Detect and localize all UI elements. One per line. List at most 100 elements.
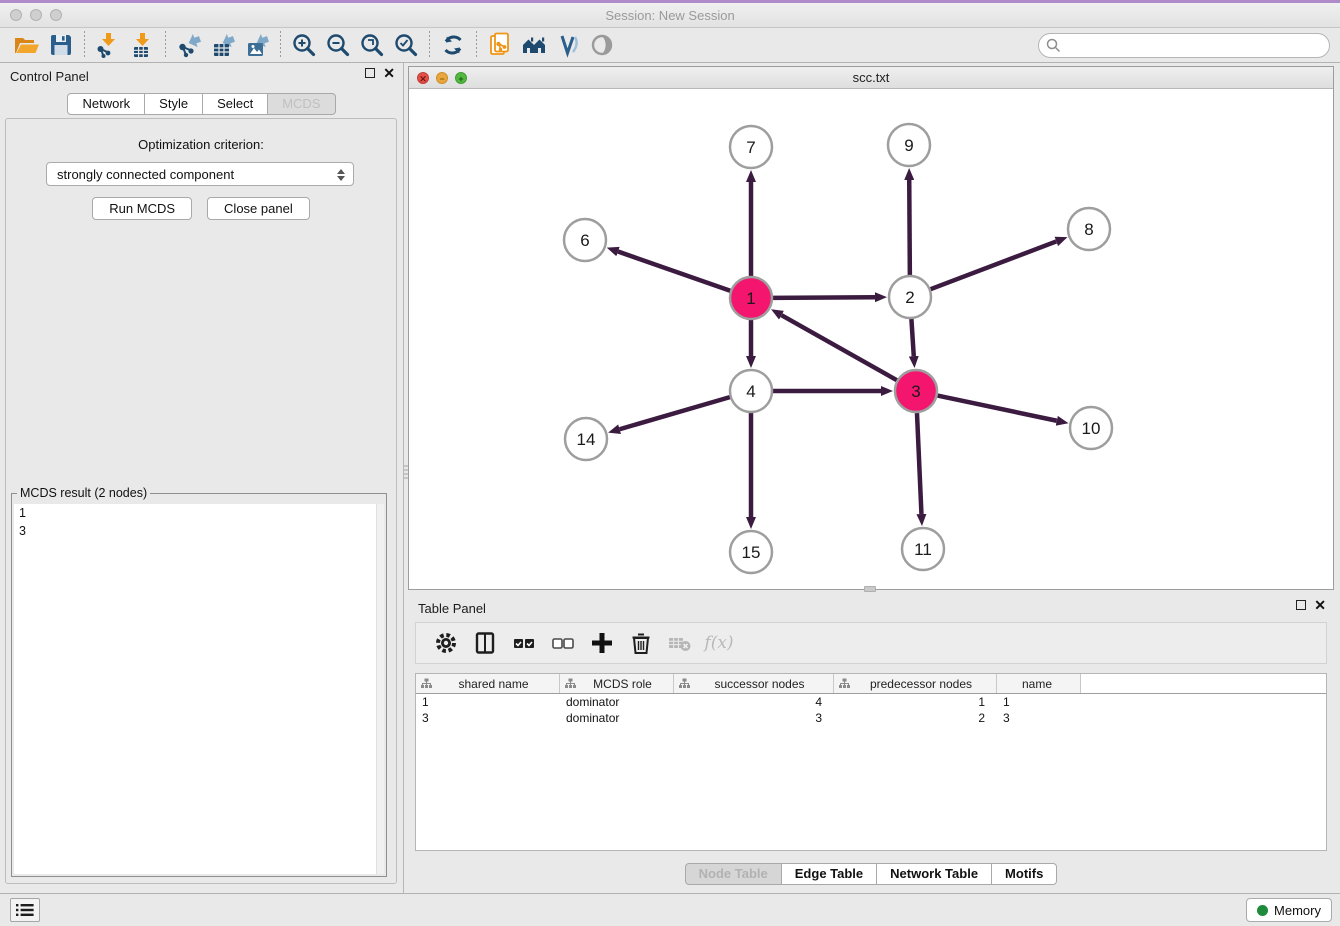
tab-network[interactable]: Network — [67, 93, 145, 115]
graph-edge-3-10[interactable] — [938, 396, 1057, 421]
refresh-view-button[interactable] — [436, 30, 470, 60]
export-table-button[interactable] — [206, 30, 240, 60]
graph-edge-3-11[interactable] — [917, 413, 921, 514]
import-network-button[interactable] — [91, 30, 125, 60]
import-table-button[interactable] — [125, 30, 159, 60]
unselect-all-button[interactable] — [550, 630, 576, 656]
trash-icon — [628, 630, 654, 656]
zoom-in-icon — [291, 32, 317, 58]
svg-text:14: 14 — [577, 430, 596, 449]
svg-text:8: 8 — [1084, 220, 1093, 239]
graph-node-8[interactable]: 8 — [1068, 208, 1110, 250]
zoom-out-button[interactable] — [321, 30, 355, 60]
table-panel: Table Panel ✕ — [408, 595, 1334, 893]
graph-node-14[interactable]: 14 — [565, 418, 607, 460]
tab-style[interactable]: Style — [145, 93, 203, 115]
graph-node-15[interactable]: 15 — [730, 531, 772, 573]
export-network-button[interactable] — [172, 30, 206, 60]
tab-node-table[interactable]: Node Table — [685, 863, 782, 885]
graph-edge-1-6[interactable] — [618, 252, 730, 291]
function-builder-button[interactable]: f(x) — [706, 630, 732, 656]
column-header-mcds-role[interactable]: MCDS role — [560, 674, 674, 693]
tab-mcds[interactable]: MCDS — [268, 93, 335, 115]
graph-node-10[interactable]: 10 — [1070, 407, 1112, 449]
zoom-selected-button[interactable] — [389, 30, 423, 60]
network-canvas[interactable]: 7 9 6 8 1 2 4 3 14 10 15 11 — [409, 89, 1333, 589]
graph-node-6[interactable]: 6 — [564, 219, 606, 261]
svg-text:6: 6 — [580, 231, 589, 250]
svg-text:1: 1 — [746, 289, 755, 308]
mcds-result-list[interactable]: 1 3 — [14, 504, 384, 874]
show-columns-button[interactable] — [472, 630, 498, 656]
delete-row-button[interactable] — [628, 630, 654, 656]
mcds-result-title: MCDS result (2 nodes) — [17, 486, 150, 500]
float-panel-icon[interactable] — [365, 68, 375, 78]
zoom-fit-button[interactable] — [355, 30, 389, 60]
tab-motifs[interactable]: Motifs — [992, 863, 1057, 885]
column-header-predecessor-nodes[interactable]: predecessor nodes — [834, 674, 997, 693]
table-row[interactable]: 3 dominator 3 2 3 — [416, 710, 1326, 726]
home-button[interactable] — [517, 30, 551, 60]
column-header-name[interactable]: name — [997, 674, 1081, 693]
graph-node-2[interactable]: 2 — [889, 276, 931, 318]
table-settings-button[interactable] — [433, 630, 459, 656]
close-panel-button[interactable]: Close panel — [207, 197, 310, 220]
close-table-panel-icon[interactable]: ✕ — [1314, 600, 1326, 610]
svg-text:4: 4 — [746, 382, 755, 401]
column-header-shared-name[interactable]: shared name — [416, 674, 560, 693]
toolbar-separator — [280, 31, 281, 59]
select-stepper-icon — [334, 166, 347, 183]
network-window-title: scc.txt — [409, 70, 1333, 85]
table-toolbar: f(x) — [415, 622, 1327, 664]
toolbar-separator — [84, 31, 85, 59]
zoom-out-icon — [325, 32, 351, 58]
zoom-in-button[interactable] — [287, 30, 321, 60]
network-resize-grip[interactable] — [864, 586, 876, 592]
graph-node-11[interactable]: 11 — [902, 528, 944, 570]
select-all-button[interactable] — [511, 630, 537, 656]
search-field-wrap — [1038, 33, 1330, 58]
result-scrollbar[interactable] — [376, 504, 384, 874]
column-type-icon — [421, 678, 432, 689]
graph-edge-4-14[interactable] — [620, 397, 730, 429]
graph-edge-1-2[interactable] — [773, 297, 875, 298]
save-session-button[interactable] — [44, 30, 78, 60]
tab-network-table[interactable]: Network Table — [877, 863, 992, 885]
tab-edge-table[interactable]: Edge Table — [782, 863, 877, 885]
close-panel-icon[interactable]: ✕ — [383, 68, 395, 78]
run-mcds-button[interactable]: Run MCDS — [92, 197, 192, 220]
cell-successor-nodes: 4 — [674, 694, 834, 710]
graph-edge-2-3[interactable] — [911, 319, 913, 356]
vizmapper-button[interactable] — [551, 30, 585, 60]
tab-select[interactable]: Select — [203, 93, 268, 115]
optimization-criterion-select[interactable]: strongly connected component — [46, 162, 354, 186]
delete-table-button[interactable] — [667, 630, 693, 656]
memory-button[interactable]: Memory — [1246, 898, 1332, 922]
search-input[interactable] — [1038, 33, 1330, 58]
graph-node-9[interactable]: 9 — [888, 124, 930, 166]
graph-edge-2-9[interactable] — [909, 180, 910, 275]
cell-name: 3 — [997, 710, 1081, 726]
main-toolbar — [0, 28, 1340, 63]
show-log-button[interactable] — [10, 898, 40, 922]
export-image-button[interactable] — [240, 30, 274, 60]
add-row-button[interactable] — [589, 630, 615, 656]
table-tabs: Node Table Edge Table Network Table Moti… — [408, 863, 1334, 885]
column-type-icon — [679, 678, 690, 689]
graph-node-7[interactable]: 7 — [730, 126, 772, 168]
graph-node-3[interactable]: 3 — [895, 370, 937, 412]
delete-table-icon — [667, 630, 693, 656]
fx-icon: f(x) — [704, 633, 733, 653]
hide-panel-button[interactable] — [585, 30, 619, 60]
column-header-successor-nodes[interactable]: successor nodes — [674, 674, 834, 693]
graph-edge-3-1[interactable] — [781, 315, 896, 380]
open-session-button[interactable] — [10, 30, 44, 60]
table-row[interactable]: 1 dominator 4 1 1 — [416, 694, 1326, 710]
toolbar-separator — [429, 31, 430, 59]
document-network-button[interactable] — [483, 30, 517, 60]
save-floppy-icon — [48, 32, 74, 58]
graph-node-4[interactable]: 4 — [730, 370, 772, 412]
graph-node-1[interactable]: 1 — [730, 277, 772, 319]
float-table-panel-icon[interactable] — [1296, 600, 1306, 610]
graph-edge-2-8[interactable] — [931, 241, 1057, 289]
